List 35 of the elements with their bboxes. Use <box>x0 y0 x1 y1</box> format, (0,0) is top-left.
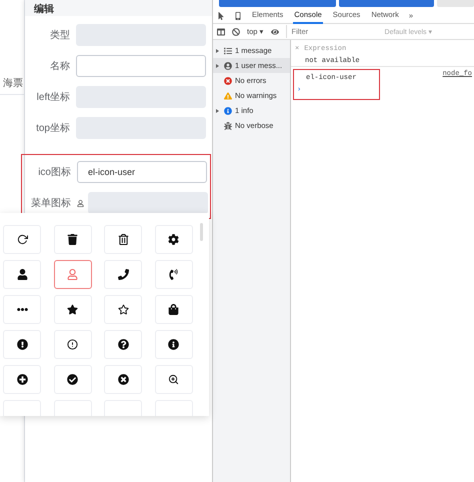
warning-icon <box>224 92 232 100</box>
inspect-icon[interactable] <box>217 12 225 20</box>
field-label: 类型 <box>49 28 70 42</box>
clear-icon[interactable] <box>232 28 240 36</box>
trash-outline-icon <box>118 234 128 245</box>
trash-icon <box>67 234 78 245</box>
device-icon[interactable] <box>234 12 242 20</box>
panel-title: 编辑 <box>34 4 54 15</box>
bag-icon <box>168 304 179 315</box>
user-icon <box>77 200 84 206</box>
gear-icon <box>168 234 179 245</box>
list-icon <box>224 46 232 54</box>
refresh-icon <box>16 234 28 245</box>
page-text: 海票 <box>0 76 24 95</box>
field-label: left坐标 <box>36 90 70 104</box>
field-label: top坐标 <box>35 122 70 135</box>
eye-icon[interactable] <box>270 28 279 36</box>
input-field[interactable]: el-icon-user <box>77 161 207 183</box>
input-field[interactable] <box>76 55 206 77</box>
star-outline-icon <box>118 304 128 315</box>
error-icon <box>224 76 232 84</box>
info-icon <box>224 106 232 114</box>
exclamation-outline-icon <box>67 339 78 350</box>
field-label: 菜单图标 <box>30 196 71 210</box>
user-outline-icon <box>67 269 78 280</box>
sidebar-toggle-icon[interactable] <box>217 28 225 36</box>
user-icon <box>224 62 232 70</box>
bug-icon <box>224 122 232 130</box>
phone-icon <box>118 269 128 280</box>
user-icon <box>16 269 28 280</box>
field-label: ico图标 <box>37 166 71 179</box>
field-label: 名称 <box>49 60 70 73</box>
zoom-in-icon <box>168 374 179 385</box>
phone-ringing-icon <box>168 269 179 280</box>
star-icon <box>67 304 78 315</box>
